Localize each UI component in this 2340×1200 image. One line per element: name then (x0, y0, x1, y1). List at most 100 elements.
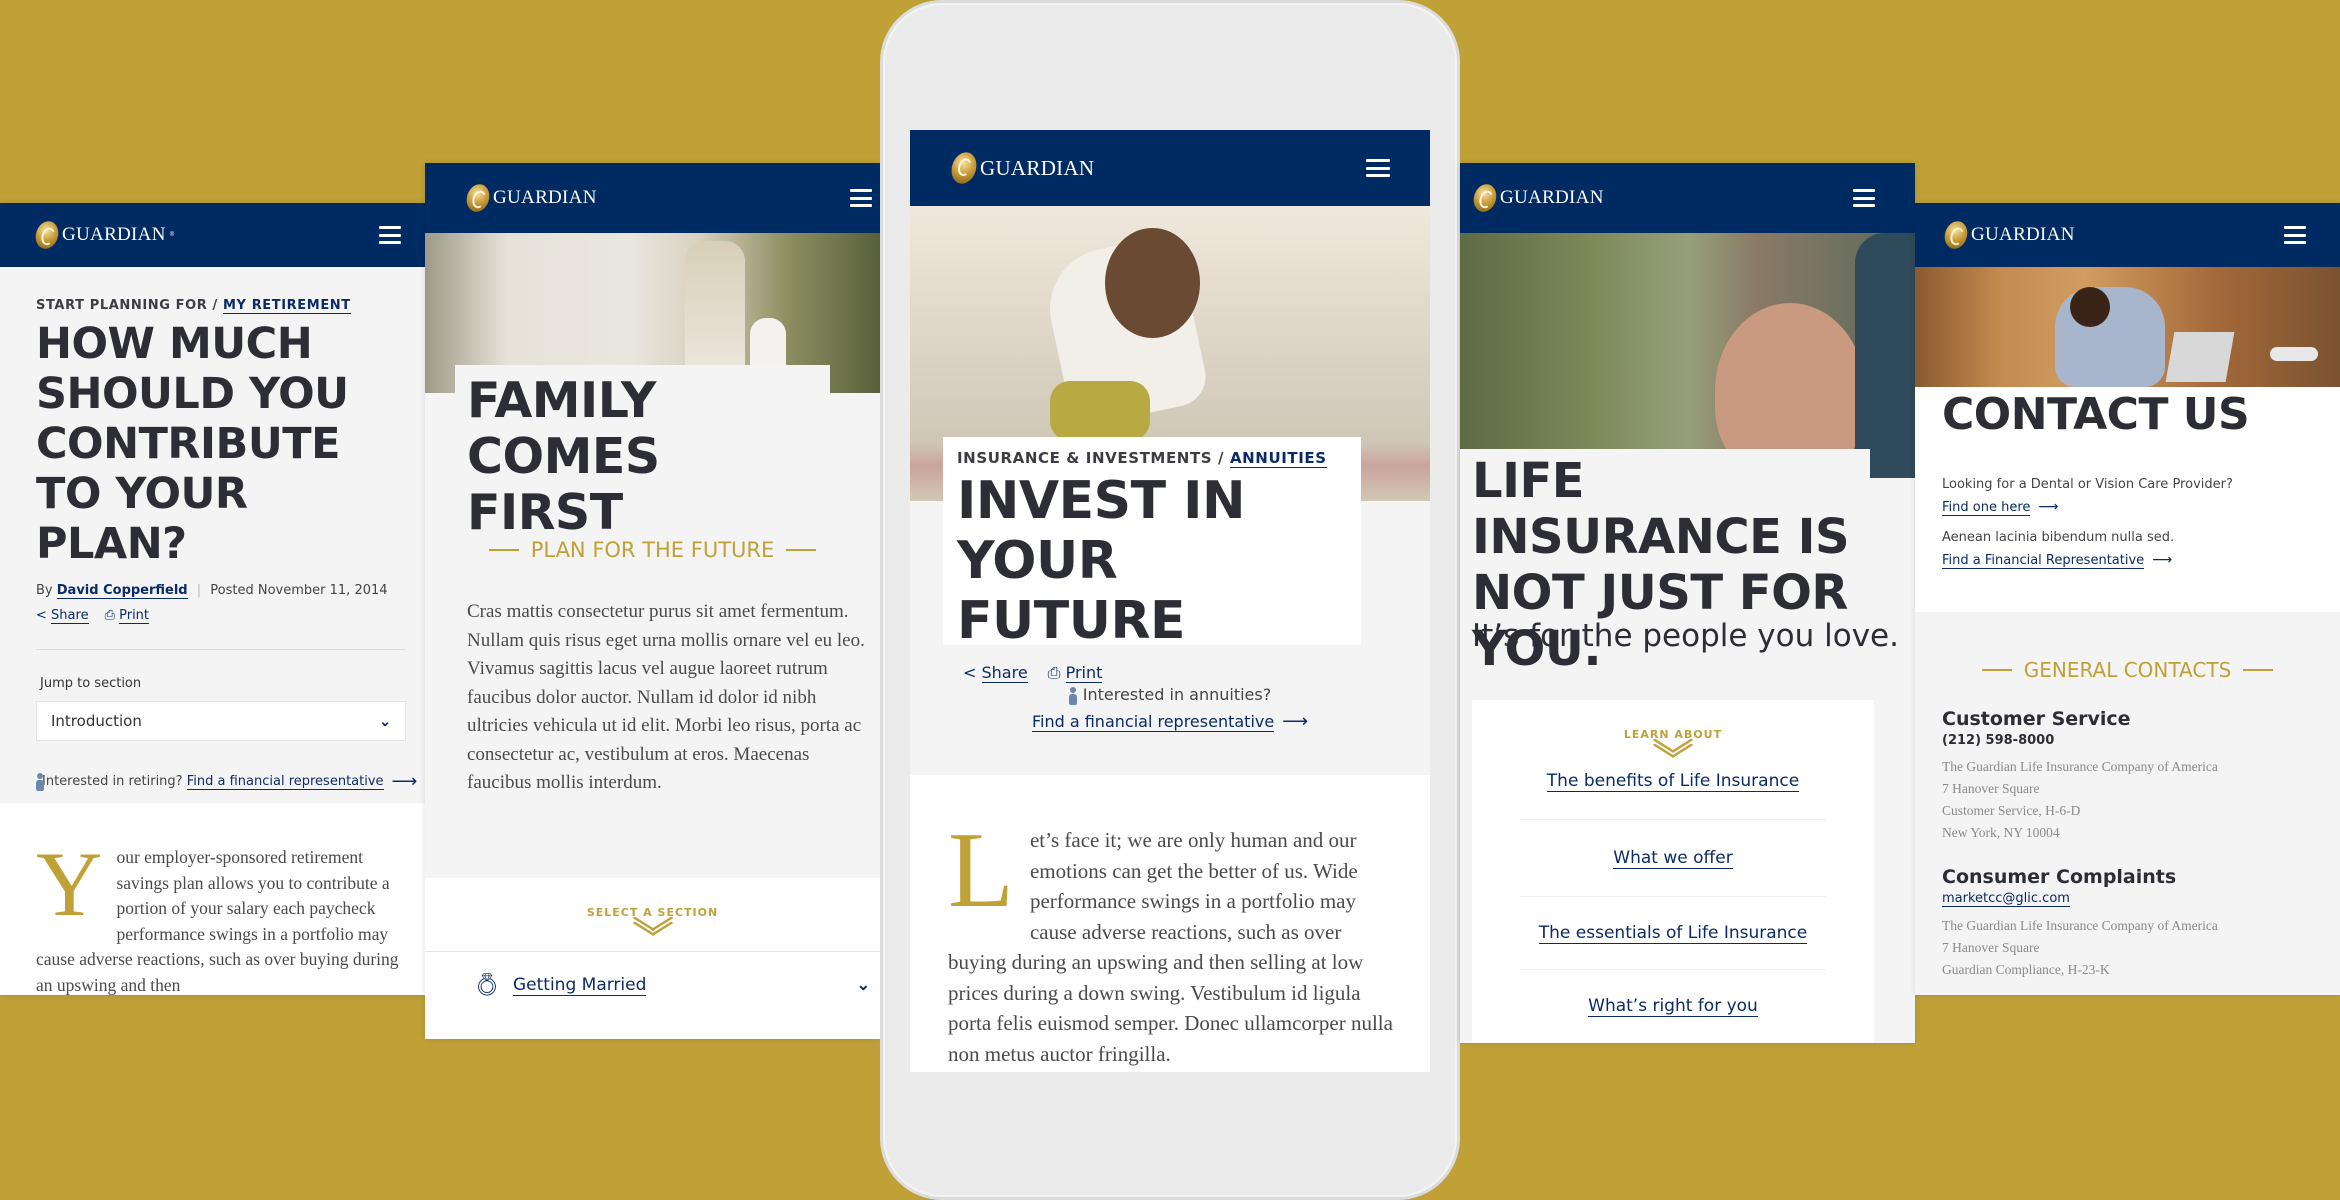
arrow-right-icon[interactable]: ⟶ (1282, 711, 1308, 732)
contact-email-link[interactable]: marketcc@glic.com (1942, 891, 2070, 907)
author-link[interactable]: David Copperfield (56, 583, 188, 599)
share-icon: < (36, 608, 47, 623)
guardian-g-logo-icon (463, 181, 493, 215)
logo-text: GUARDIAN (1971, 224, 2075, 245)
navbar: GUARDIAN (1915, 203, 2340, 267)
list-item: What’s right for you (1520, 970, 1826, 1017)
select-value: Introduction (51, 712, 142, 730)
breadcrumb-link-my-retirement[interactable]: MY RETIREMENT (223, 298, 351, 314)
article-body: Let’s face it; we are only human and our… (910, 775, 1430, 1072)
cta-text: Interested in retiring? (42, 774, 183, 789)
hamburger-menu-icon[interactable] (2284, 226, 2306, 244)
annuities-screen: GUARDIAN INSURANCE & INVESTMENTS / ANNUI… (910, 130, 1430, 1072)
breadcrumb: START PLANNING FOR / MY RETIREMENT (36, 298, 406, 314)
hamburger-menu-icon[interactable] (1853, 189, 1875, 207)
double-chevron-down-icon (1656, 743, 1690, 757)
section-item-label[interactable]: Getting Married (513, 975, 647, 996)
logo-text: GUARDIAN (62, 224, 166, 245)
photo-child (1855, 233, 1915, 478)
photo-figure (685, 241, 745, 381)
body-paragraph: Your employer-sponsored retirement savin… (36, 833, 403, 995)
share-button[interactable]: < Share (36, 608, 89, 624)
arrow-right-icon[interactable]: ⟶ (2152, 552, 2172, 568)
printer-icon: ⎙ (1047, 663, 1061, 682)
address-line: New York, NY 10004 (1942, 825, 2060, 840)
intro-paragraph: Cras mattis consectetur purus sit amet f… (467, 601, 865, 793)
address-line: Customer Service, H-6-D (1942, 803, 2081, 818)
address-line: The Guardian Life Insurance Company of A… (1942, 918, 2218, 933)
guardian-logo[interactable]: GUARDIAN (1941, 218, 2075, 252)
contact-customer-service: Customer Service (212) 598-8000 The Guar… (1942, 708, 2330, 844)
page-subtitle: It’s for the people you love. (1472, 618, 1899, 654)
address-line: 7 Hanover Square (1942, 781, 2040, 796)
page-title: INVEST IN YOUR FUTURE (957, 471, 1246, 651)
guardian-g-logo-icon (32, 218, 62, 252)
section-heading: PLAN FOR THE FUTURE (425, 538, 880, 562)
guardian-logo[interactable]: GUARDIAN (1470, 181, 1604, 215)
find-rep-row: Find a Financial Representative ⟶ (1942, 550, 2233, 571)
logo-text: GUARDIAN (980, 155, 1095, 180)
jump-to-section-select[interactable]: Introduction ⌄ (36, 701, 406, 741)
print-link[interactable]: Print (119, 608, 150, 624)
page-title: HOW MUCH SHOULD YOU CONTRIBUTE TO YOUR P… (36, 319, 349, 569)
byline: By David Copperfield | Posted November 1… (36, 583, 388, 599)
find-one-here-link[interactable]: Find one here (1942, 500, 2031, 516)
share-button[interactable]: < Share (963, 663, 1028, 683)
share-print-row: < Share ⎙ Print (963, 663, 1347, 683)
family-screen: GUARDIAN FAMILY COMES FIRST PLAN FOR THE… (425, 163, 880, 1039)
share-print-row: < Share ⎙ Print (36, 608, 406, 624)
share-icon: < (963, 663, 977, 682)
page-title: CONTACT US (1942, 389, 2250, 440)
hamburger-menu-icon[interactable] (379, 226, 401, 244)
chevron-down-icon[interactable]: ⌄ (857, 975, 870, 995)
photo-figure-shorts (1050, 381, 1150, 441)
drop-cap: Y (36, 833, 103, 935)
learn-links-list: The benefits of Life Insurance What we o… (1520, 763, 1826, 1017)
hamburger-menu-icon[interactable] (850, 189, 872, 207)
find-financial-rep-link[interactable]: Find a Financial Representative (1942, 553, 2145, 569)
guardian-logo[interactable]: GUARDIAN ® (32, 218, 174, 252)
address-line: Guardian Compliance, H-23-K (1942, 962, 2110, 977)
link-essentials[interactable]: The essentials of Life Insurance (1538, 923, 1808, 944)
address-line: The Guardian Life Insurance Company of A… (1942, 759, 2218, 774)
ring-icon: 💍︎ (473, 972, 501, 997)
intro-text: Aenean lacinia bibendum nulla sed. (1942, 530, 2175, 545)
share-link[interactable]: Share (981, 663, 1028, 683)
find-rep-link[interactable]: Find a financial representative (1031, 711, 1275, 732)
contact-screen: GUARDIAN CONTACT US Looking for a Dental… (1915, 203, 2340, 995)
article-body: Your employer-sponsored retirement savin… (0, 803, 425, 995)
guardian-logo[interactable]: GUARDIAN (947, 149, 1095, 187)
section-heading: GENERAL CONTACTS (1915, 658, 2340, 682)
guardian-logo[interactable]: GUARDIAN (463, 181, 597, 215)
link-benefits[interactable]: The benefits of Life Insurance (1546, 771, 1800, 792)
link-what-we-offer[interactable]: What we offer (1613, 848, 1733, 869)
print-button[interactable]: ⎙ Print (104, 608, 150, 624)
post-date: Posted November 11, 2014 (210, 583, 388, 598)
cta-question: Interested in annuities? (910, 685, 1430, 705)
photo-figure-hair (1105, 228, 1200, 338)
contact-links: Looking for a Dental or Vision Care Prov… (1942, 475, 2233, 571)
contact-address: The Guardian Life Insurance Company of A… (1942, 915, 2330, 981)
breadcrumb-prefix: START PLANNING FOR / (36, 298, 218, 313)
hamburger-menu-icon[interactable] (1366, 159, 1390, 177)
arrow-right-icon[interactable]: ⟶ (2038, 499, 2058, 515)
breadcrumb-link-annuities[interactable]: ANNUITIES (1229, 449, 1327, 468)
photo-laptop (2165, 332, 2235, 382)
guardian-g-logo-icon (1470, 181, 1500, 215)
link-whats-right[interactable]: What’s right for you (1588, 996, 1758, 1017)
share-link[interactable]: Share (51, 608, 89, 624)
title-card: INSURANCE & INVESTMENTS / ANNUITIES INVE… (943, 437, 1361, 683)
printer-icon: ⎙ (104, 608, 115, 623)
find-rep-link[interactable]: Find a financial representative (186, 774, 384, 790)
print-button[interactable]: ⎙ Print (1048, 663, 1103, 683)
list-item: The essentials of Life Insurance (1520, 897, 1826, 970)
navbar: GUARDIAN ® (0, 203, 425, 267)
section-item-getting-married[interactable]: 💍︎ Getting Married ⌄ (425, 952, 880, 998)
print-link[interactable]: Print (1065, 663, 1103, 683)
body-paragraph: Let’s face it; we are only human and our… (948, 817, 1400, 1069)
contact-phone[interactable]: (212) 598-8000 (1942, 733, 2330, 748)
guardian-g-logo-icon (1941, 218, 1971, 252)
arrow-right-icon[interactable]: ⟶ (392, 771, 418, 792)
learn-about-card: LEARN ABOUT The benefits of Life Insuran… (1472, 700, 1874, 1043)
contact-consumer-complaints: Consumer Complaints marketcc@glic.com Th… (1942, 866, 2330, 981)
